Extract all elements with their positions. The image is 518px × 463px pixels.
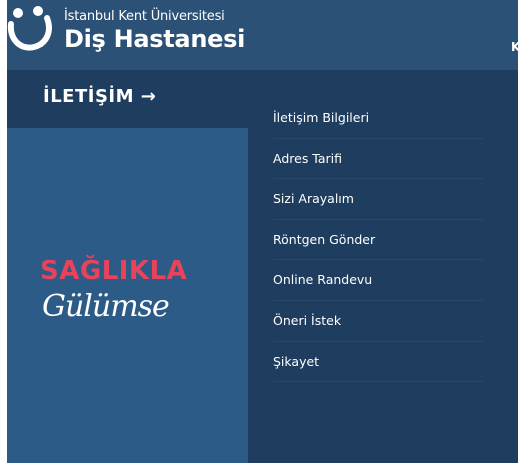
menu-item-send-xray[interactable]: Röntgen Gönder bbox=[273, 220, 483, 261]
section-heading-link[interactable]: İLETİŞİM → bbox=[43, 86, 156, 107]
contact-submenu: İletişim Bilgileri Adres Tarifi Sizi Ara… bbox=[273, 98, 483, 383]
menu-item-directions[interactable]: Adres Tarifi bbox=[273, 139, 483, 180]
menu-item-call-back[interactable]: Sizi Arayalım bbox=[273, 179, 483, 220]
menu-item-online-appointment[interactable]: Online Randevu bbox=[273, 260, 483, 301]
promo-column: İLETİŞİM → SAĞLIKLA Gülümse bbox=[7, 70, 248, 463]
section-heading-bar: İLETİŞİM → bbox=[7, 70, 248, 128]
smile-logo-icon[interactable] bbox=[7, 4, 57, 64]
university-name[interactable]: İstanbul Kent Üniversitesi bbox=[64, 9, 225, 24]
site-header: İstanbul Kent Üniversitesi Diş Hastanesi… bbox=[7, 0, 518, 70]
mega-menu-panel: İstanbul Kent Üniversitesi Diş Hastanesi… bbox=[7, 0, 518, 463]
menu-item-contact-info[interactable]: İletişim Bilgileri bbox=[273, 98, 483, 139]
header-nav-edge[interactable]: K bbox=[511, 40, 518, 54]
slogan-script: Gülümse bbox=[42, 289, 170, 324]
menu-item-suggestion[interactable]: Öneri İstek bbox=[273, 301, 483, 342]
hospital-name[interactable]: Diş Hastanesi bbox=[64, 25, 245, 53]
slogan-headline: SAĞLIKLA bbox=[40, 256, 188, 286]
menu-item-complaint[interactable]: Şikayet bbox=[273, 342, 483, 383]
